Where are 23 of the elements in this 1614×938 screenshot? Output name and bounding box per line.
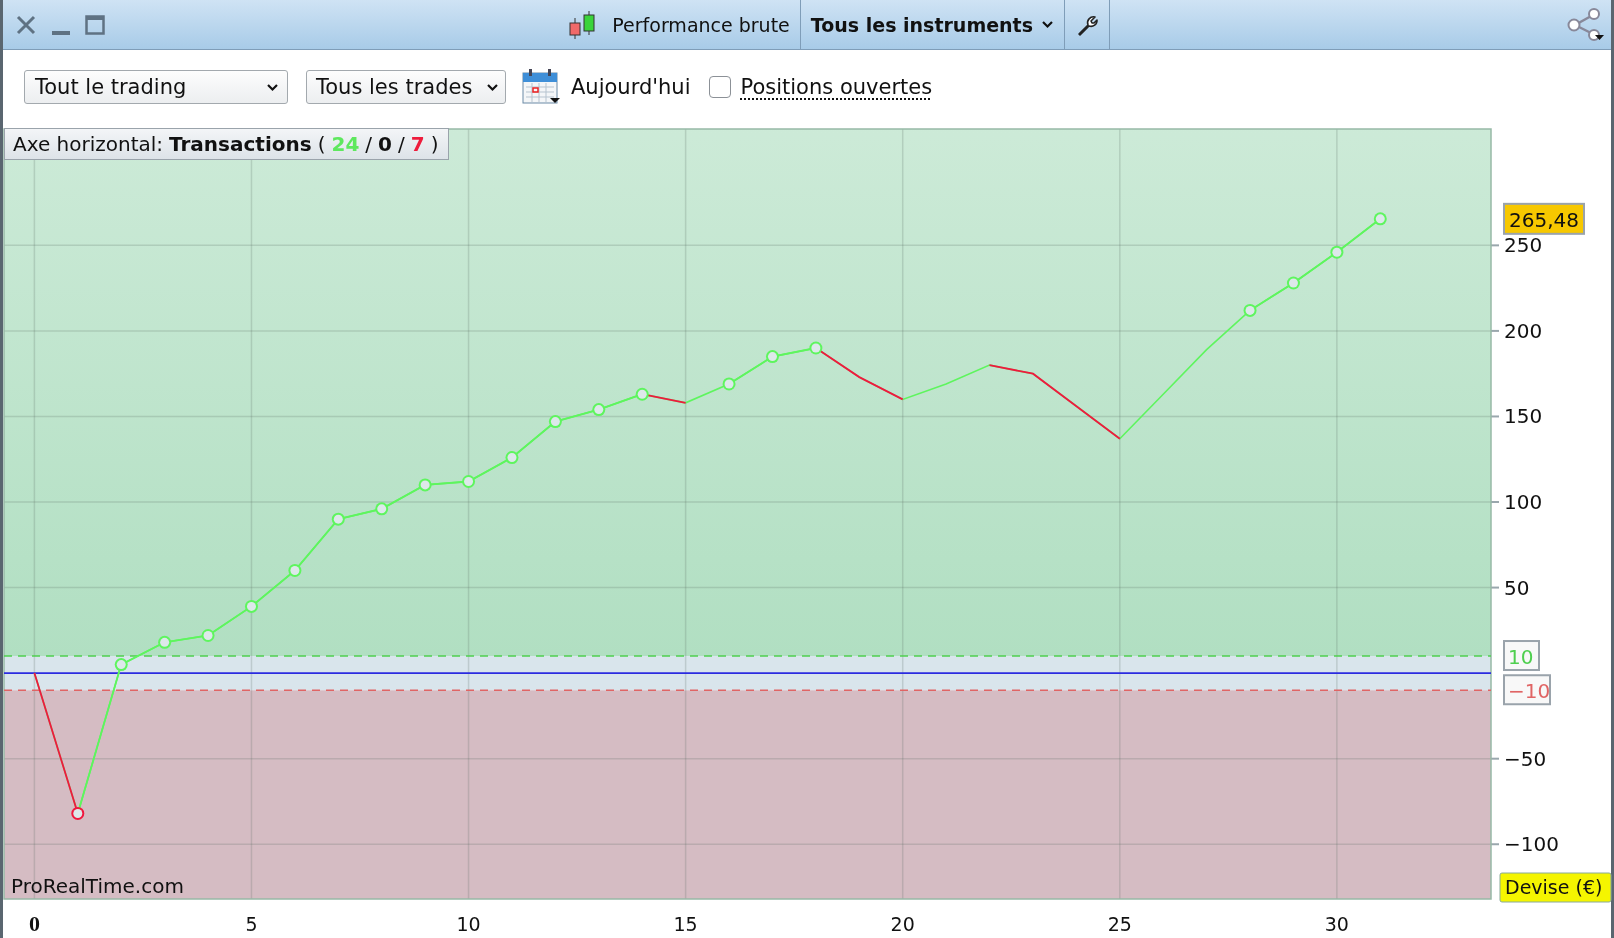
axis-label: 20 bbox=[890, 913, 915, 935]
threshold-tag: 10 bbox=[1503, 640, 1540, 671]
axis-label: 100 bbox=[1504, 490, 1543, 514]
axis-label: 150 bbox=[1504, 404, 1543, 429]
axis-label: 250 bbox=[1504, 233, 1543, 258]
axis-label: 10 bbox=[456, 913, 481, 935]
source-label: ProRealTime.com bbox=[11, 874, 184, 898]
axis-label: 30 bbox=[1324, 913, 1349, 935]
date-label: Aujourd'hui bbox=[571, 75, 691, 99]
currency-tag: Devise (€) bbox=[1499, 872, 1612, 903]
axis-label: 15 bbox=[673, 913, 698, 935]
axis-label: −100 bbox=[1504, 832, 1559, 857]
value-tag: 265,48 bbox=[1503, 202, 1585, 235]
axis-label: 5 bbox=[245, 913, 258, 935]
axis-label: 0 bbox=[28, 911, 40, 936]
axis-label: 200 bbox=[1504, 318, 1543, 343]
axis-label: −50 bbox=[1504, 746, 1547, 771]
axis-label: 50 bbox=[1504, 575, 1530, 600]
ref-line-label: 10 bbox=[1508, 645, 1534, 670]
report-title: Performance brute bbox=[612, 13, 790, 36]
axis-label: 25 bbox=[1107, 913, 1132, 935]
threshold-tag: −10 bbox=[1503, 674, 1551, 706]
axis-caption: Axe horizontal: Transactions ( 24 / 0 / 7 ) bbox=[4, 128, 450, 160]
